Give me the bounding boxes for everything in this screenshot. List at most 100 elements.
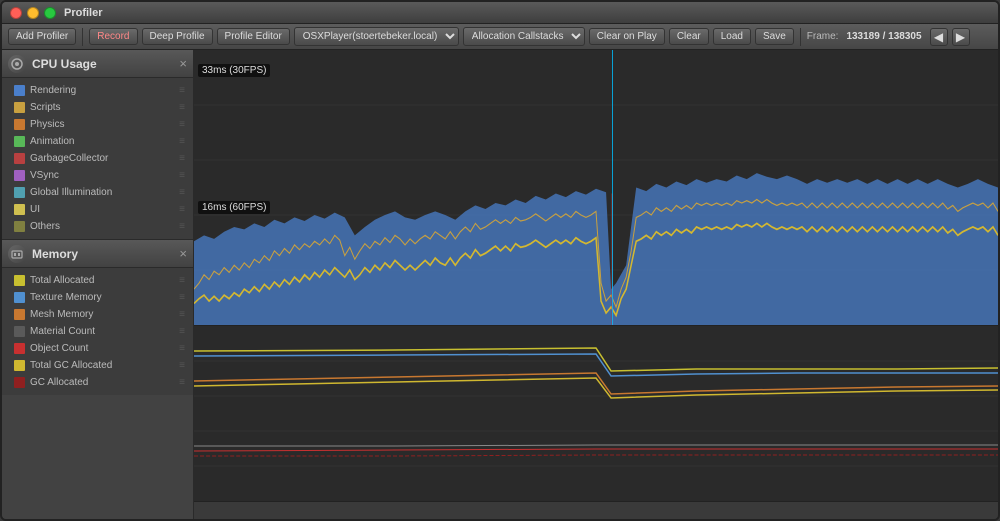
memory-legend-label-total-alloc: Total Allocated — [30, 275, 95, 286]
cpu-legend-grip-gc: ≡ — [179, 153, 185, 164]
cpu-legend-item-rendering[interactable]: Rendering ≡ — [2, 82, 193, 99]
title-bar: Profiler — [2, 2, 998, 24]
cpu-legend-item-gc[interactable]: GarbageCollector ≡ — [2, 150, 193, 167]
cpu-chart[interactable]: 33ms (30FPS) 16ms (60FPS) — [194, 50, 998, 326]
chart-area: 33ms (30FPS) 16ms (60FPS) — [194, 50, 998, 519]
cpu-legend-item-physics[interactable]: Physics ≡ — [2, 116, 193, 133]
allocation-select[interactable]: Allocation Callstacks — [463, 27, 585, 46]
cpu-legend-label-vsync: VSync — [30, 170, 59, 181]
memory-legend-item-object[interactable]: Object Count ≡ — [2, 340, 193, 357]
cpu-legend-grip-vsync: ≡ — [179, 170, 185, 181]
memory-legend-label-gc: GC Allocated — [30, 377, 88, 388]
deep-profile-button[interactable]: Deep Profile — [142, 28, 213, 45]
memory-legend-grip-total-alloc: ≡ — [179, 275, 185, 286]
memory-legend-label-texture: Texture Memory — [30, 292, 102, 303]
sep1 — [82, 28, 83, 46]
clear-on-play-button[interactable]: Clear on Play — [589, 28, 665, 45]
cpu-legend-item-gi[interactable]: Global Illumination ≡ — [2, 184, 193, 201]
memory-legend-list: Total Allocated ≡ Texture Memory ≡ Mesh … — [2, 268, 193, 395]
memory-legend-label-material: Material Count — [30, 326, 95, 337]
memory-legend-label-object: Object Count — [30, 343, 88, 354]
memory-legend-grip-mesh: ≡ — [179, 309, 185, 320]
memory-legend-label-mesh: Mesh Memory — [30, 309, 93, 320]
memory-legend-item-material[interactable]: Material Count ≡ — [2, 323, 193, 340]
memory-legend-grip-object: ≡ — [179, 343, 185, 354]
cpu-marker-line — [612, 50, 613, 325]
cpu-legend-label-rendering: Rendering — [30, 85, 76, 96]
target-select[interactable]: OSXPlayer(stoertebeker.local) — [294, 27, 459, 46]
cpu-legend-label-animation: Animation — [30, 136, 74, 147]
cpu-legend-grip-physics: ≡ — [179, 119, 185, 130]
memory-close-button[interactable]: × — [179, 246, 187, 261]
record-button[interactable]: Record — [89, 28, 137, 45]
cpu-legend-grip-ui: ≡ — [179, 204, 185, 215]
memory-panel-section: Memory × Total Allocated ≡ Texture Memor… — [2, 240, 193, 395]
memory-legend-item-total-alloc[interactable]: Total Allocated ≡ — [2, 272, 193, 289]
memory-legend-color-gc — [14, 377, 25, 388]
memory-legend-grip-material: ≡ — [179, 326, 185, 337]
memory-legend-grip-gc: ≡ — [179, 377, 185, 388]
load-button[interactable]: Load — [713, 28, 751, 45]
cpu-legend-color-gc — [14, 153, 25, 164]
memory-legend-color-texture — [14, 292, 25, 303]
minimize-button[interactable] — [27, 7, 39, 19]
cpu-legend-item-animation[interactable]: Animation ≡ — [2, 133, 193, 150]
next-frame-button[interactable]: ▶ — [952, 28, 970, 46]
cpu-close-button[interactable]: × — [179, 56, 187, 71]
memory-legend-color-mesh — [14, 309, 25, 320]
memory-legend-color-material — [14, 326, 25, 337]
cpu-legend-grip-scripts: ≡ — [179, 102, 185, 113]
memory-legend-color-object — [14, 343, 25, 354]
cpu-legend-color-rendering — [14, 85, 25, 96]
profiler-window: Profiler Add Profiler Record Deep Profil… — [0, 0, 1000, 521]
memory-chart[interactable] — [194, 326, 998, 501]
cpu-legend-label-physics: Physics — [30, 119, 64, 130]
memory-legend-item-gc-total[interactable]: Total GC Allocated ≡ — [2, 357, 193, 374]
cpu-legend-color-others — [14, 221, 25, 232]
cpu-legend-list: Rendering ≡ Scripts ≡ Physics ≡ Animatio… — [2, 78, 193, 239]
memory-legend-label-gc-total: Total GC Allocated — [30, 360, 112, 371]
cpu-legend-item-vsync[interactable]: VSync ≡ — [2, 167, 193, 184]
profile-editor-button[interactable]: Profile Editor — [217, 28, 290, 45]
toolbar: Add Profiler Record Deep Profile Profile… — [2, 24, 998, 50]
save-button[interactable]: Save — [755, 28, 794, 45]
cpu-legend-label-gc: GarbageCollector — [30, 153, 108, 164]
memory-chart-svg — [194, 326, 998, 501]
cpu-legend-label-others: Others — [30, 221, 60, 232]
cpu-legend-grip-rendering: ≡ — [179, 85, 185, 96]
cpu-legend-color-ui — [14, 204, 25, 215]
memory-legend-color-total-alloc — [14, 275, 25, 286]
memory-section-header[interactable]: Memory × — [2, 240, 193, 268]
cpu-legend-color-animation — [14, 136, 25, 147]
cpu-legend-grip-others: ≡ — [179, 221, 185, 232]
cpu-legend-item-ui[interactable]: UI ≡ — [2, 201, 193, 218]
cpu-section-header[interactable]: CPU Usage × — [2, 50, 193, 78]
cpu-legend-color-vsync — [14, 170, 25, 181]
maximize-button[interactable] — [44, 7, 56, 19]
clear-button[interactable]: Clear — [669, 28, 709, 45]
sep2 — [800, 28, 801, 46]
close-button[interactable] — [10, 7, 22, 19]
cpu-panel-section: CPU Usage × Rendering ≡ Scripts ≡ Physic… — [2, 50, 193, 239]
cpu-legend-color-physics — [14, 119, 25, 130]
fps30-label: 33ms (30FPS) — [198, 64, 270, 77]
cpu-legend-color-gi — [14, 187, 25, 198]
cpu-legend-label-ui: UI — [30, 204, 40, 215]
cpu-legend-color-scripts — [14, 102, 25, 113]
memory-legend-item-mesh[interactable]: Mesh Memory ≡ — [2, 306, 193, 323]
memory-legend-item-gc[interactable]: GC Allocated ≡ — [2, 374, 193, 391]
memory-legend-item-texture[interactable]: Texture Memory ≡ — [2, 289, 193, 306]
bottom-resize-bar — [194, 501, 998, 519]
prev-frame-button[interactable]: ◀ — [930, 28, 948, 46]
cpu-legend-grip-gi: ≡ — [179, 187, 185, 198]
add-profiler-button[interactable]: Add Profiler — [8, 28, 76, 45]
cpu-legend-item-scripts[interactable]: Scripts ≡ — [2, 99, 193, 116]
memory-legend-color-gc-total — [14, 360, 25, 371]
cpu-icon — [8, 55, 26, 73]
main-content: CPU Usage × Rendering ≡ Scripts ≡ Physic… — [2, 50, 998, 519]
window-title: Profiler — [64, 7, 103, 19]
memory-legend-grip-texture: ≡ — [179, 292, 185, 303]
cpu-legend-item-others[interactable]: Others ≡ — [2, 218, 193, 235]
window-controls — [10, 7, 56, 19]
left-panel: CPU Usage × Rendering ≡ Scripts ≡ Physic… — [2, 50, 194, 519]
